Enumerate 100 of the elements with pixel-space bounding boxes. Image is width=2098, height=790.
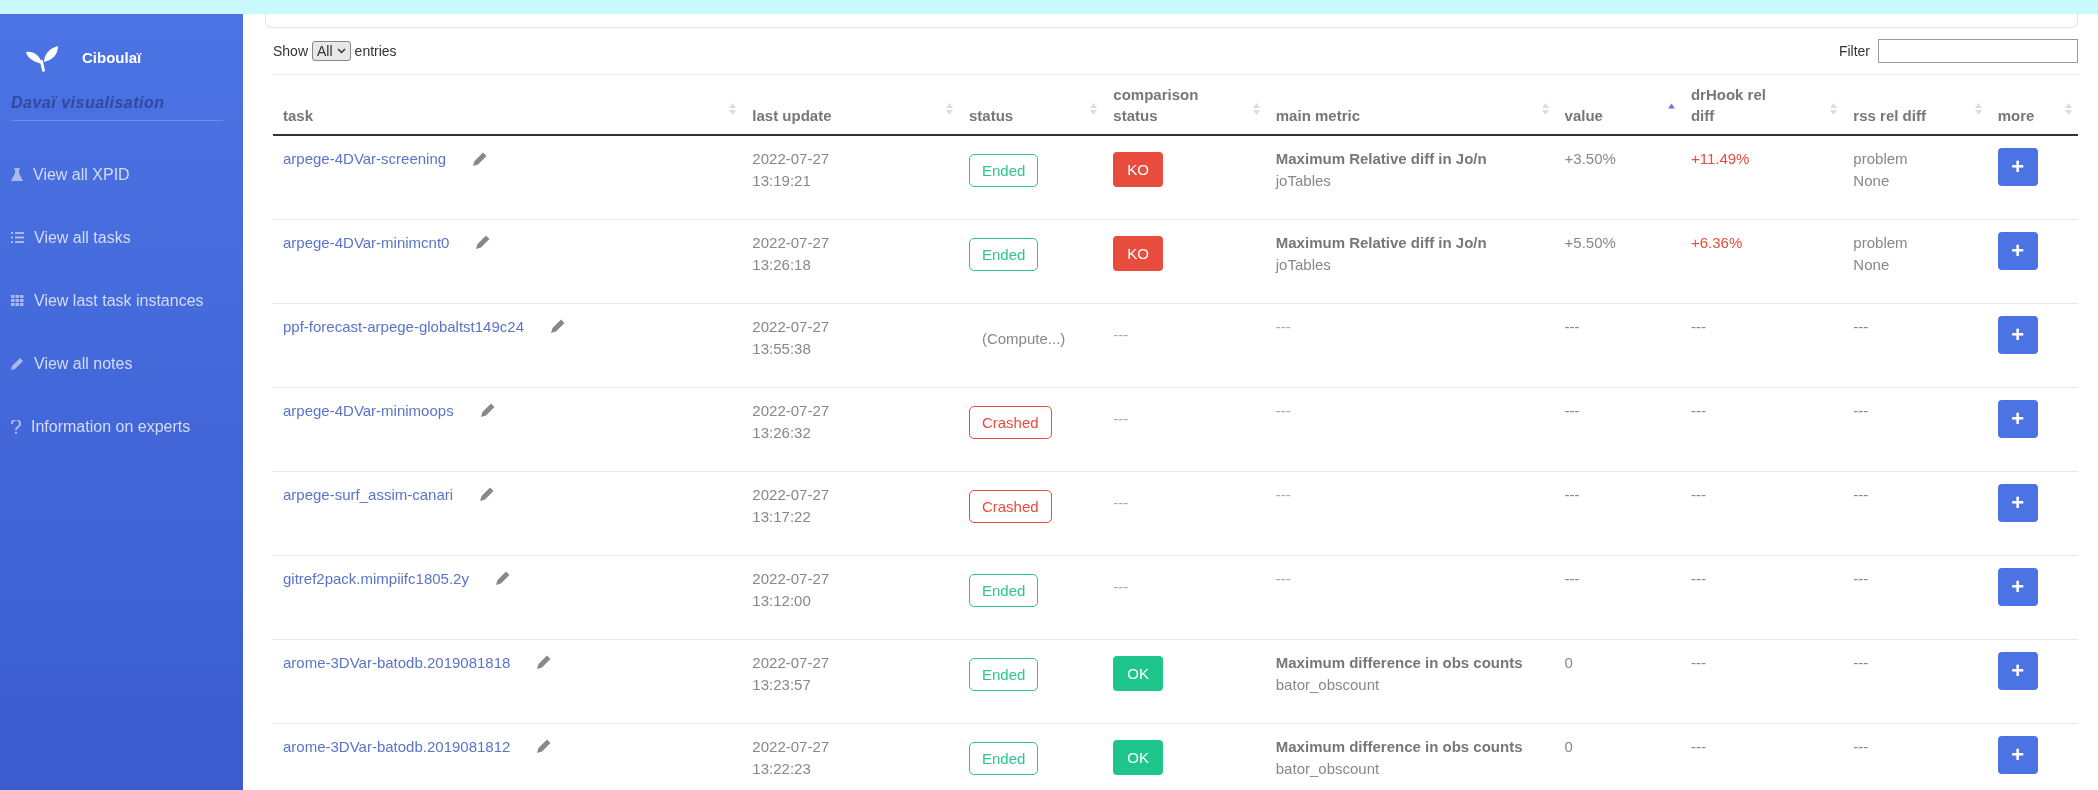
pencil-icon: [11, 357, 24, 370]
pencil-icon[interactable]: [550, 318, 566, 334]
rss-diff: ---: [1853, 568, 1870, 589]
update-time: 13:26:18: [752, 254, 812, 275]
update-date: 2022-07-27: [752, 484, 831, 505]
more-button[interactable]: +: [1997, 483, 2038, 522]
update-time: 13:55:38: [752, 338, 812, 359]
status-tag: Ended: [968, 154, 1039, 187]
chevron-down-icon: [336, 48, 346, 54]
filter-field[interactable]: [1878, 39, 2078, 63]
comparison-status: ---: [1113, 493, 1129, 511]
status-tag: (Compute...): [968, 321, 1079, 355]
status-tag: Crashed: [968, 405, 1052, 439]
pencil-icon[interactable]: [475, 234, 492, 250]
task-link[interactable]: arome-3DVar-batodb.2019081812: [283, 737, 511, 755]
metric-value: +3.50%: [1564, 149, 1617, 169]
nav-link[interactable]: View last task instances: [11, 269, 243, 332]
comparison-tag: OK: [1113, 655, 1164, 691]
metric-value: ---: [1564, 568, 1581, 589]
drhook-diff: ---: [1690, 568, 1707, 589]
pencil-icon[interactable]: [479, 486, 496, 502]
sort-icon: [729, 103, 737, 115]
nav-link[interactable]: View all notes: [11, 332, 243, 395]
column-header[interactable]: last update: [742, 75, 959, 135]
column-header[interactable]: main metric: [1265, 75, 1555, 135]
pencil-icon[interactable]: [494, 570, 511, 586]
more-button[interactable]: +: [1997, 567, 2038, 606]
pencil-icon[interactable]: [536, 738, 553, 754]
more-button[interactable]: +: [1997, 315, 2038, 354]
update-time: 13:26:32: [752, 422, 812, 443]
list-icon: [11, 232, 24, 243]
drhook-diff: ---: [1690, 316, 1707, 337]
column-header[interactable]: rss rel diff: [1843, 75, 1988, 135]
nav-link[interactable]: View all XPID: [11, 143, 243, 206]
task-link[interactable]: arpege-surf_assim-canari: [283, 485, 454, 503]
metric-source: joTables: [1275, 254, 1332, 275]
metric-title: ---: [1275, 568, 1292, 589]
task-link[interactable]: arpege-4DVar-minimoops: [283, 401, 454, 419]
sort-icon: [1541, 103, 1549, 115]
task-link[interactable]: arpege-4DVar-screening: [283, 150, 447, 167]
pencil-icon[interactable]: [479, 402, 496, 418]
metric-title: Maximum Relative diff in Jo/n: [1275, 232, 1488, 253]
metric-source: bator_obscount: [1275, 674, 1381, 695]
task-link[interactable]: arpege-4DVar-minimcnt0: [283, 233, 450, 251]
rss-diff: ---: [1853, 400, 1870, 421]
more-button[interactable]: +: [1997, 231, 2038, 270]
sort-icon: [945, 103, 953, 115]
metric-title: Maximum Relative diff in Jo/n: [1275, 149, 1488, 169]
status-tag: Ended: [968, 657, 1039, 691]
drhook-diff: ---: [1690, 400, 1707, 421]
update-date: 2022-07-27: [752, 736, 831, 757]
metric-source: joTables: [1275, 171, 1332, 191]
column-header[interactable]: value: [1554, 75, 1681, 135]
update-date: 2022-07-27: [752, 652, 831, 673]
column-header[interactable]: status: [958, 75, 1104, 135]
task-link[interactable]: ppf-forecast-arpege-globaltst149c24: [283, 317, 524, 335]
nav-link[interactable]: View all tasks: [11, 206, 243, 269]
comparison-status: ---: [1113, 325, 1129, 343]
column-header[interactable]: comparison status: [1103, 75, 1266, 135]
metric-title: ---: [1275, 316, 1292, 337]
column-header[interactable]: drHook rel diff: [1680, 75, 1844, 135]
sort-icon: [1830, 103, 1838, 115]
metric-title: ---: [1275, 484, 1292, 505]
update-time: 13:12:00: [752, 590, 812, 611]
app-subtitle: Davaï visualisation: [11, 94, 223, 121]
metric-value: +5.50%: [1564, 232, 1617, 253]
pencil-icon[interactable]: [472, 150, 489, 167]
task-link[interactable]: arome-3DVar-batodb.2019081818: [283, 653, 511, 671]
more-button[interactable]: +: [1997, 735, 2038, 774]
update-time: 13:23:57: [752, 674, 812, 695]
rss-diff: None: [1853, 254, 1891, 275]
flask-icon: [11, 167, 23, 182]
metric-value: ---: [1564, 484, 1581, 505]
column-header[interactable]: task: [273, 75, 743, 135]
app-title: Ciboulaï: [82, 48, 142, 66]
sort-ascending-icon: [1667, 103, 1675, 109]
rss-diff: None: [1853, 171, 1891, 191]
status-tag: Ended: [968, 237, 1039, 271]
page-size-select[interactable]: All: [312, 41, 351, 61]
metric-title: ---: [1275, 400, 1292, 421]
grid-icon: [11, 295, 24, 306]
comparison-tag: OK: [1113, 739, 1164, 775]
more-button[interactable]: +: [1997, 651, 2038, 690]
metric-value: 0: [1564, 736, 1574, 757]
task-link[interactable]: gitref2pack.mimpiifc1805.2y: [283, 569, 469, 587]
rss-diff: ---: [1853, 484, 1870, 505]
rss-diff: problem: [1853, 149, 1909, 169]
rss-diff: ---: [1853, 736, 1870, 757]
nav-link[interactable]: Information on experts: [11, 395, 243, 458]
update-date: 2022-07-27: [752, 568, 831, 589]
pencil-icon[interactable]: [536, 654, 553, 670]
more-button[interactable]: +: [1997, 148, 2038, 186]
more-button[interactable]: +: [1997, 399, 2038, 438]
update-date: 2022-07-27: [752, 400, 831, 421]
rss-diff: ---: [1853, 652, 1870, 673]
comparison-status: ---: [1113, 409, 1129, 427]
sort-icon: [1252, 103, 1260, 115]
column-header[interactable]: more: [1987, 75, 2078, 135]
sort-icon: [1974, 103, 1982, 115]
drhook-diff: ---: [1690, 736, 1707, 757]
